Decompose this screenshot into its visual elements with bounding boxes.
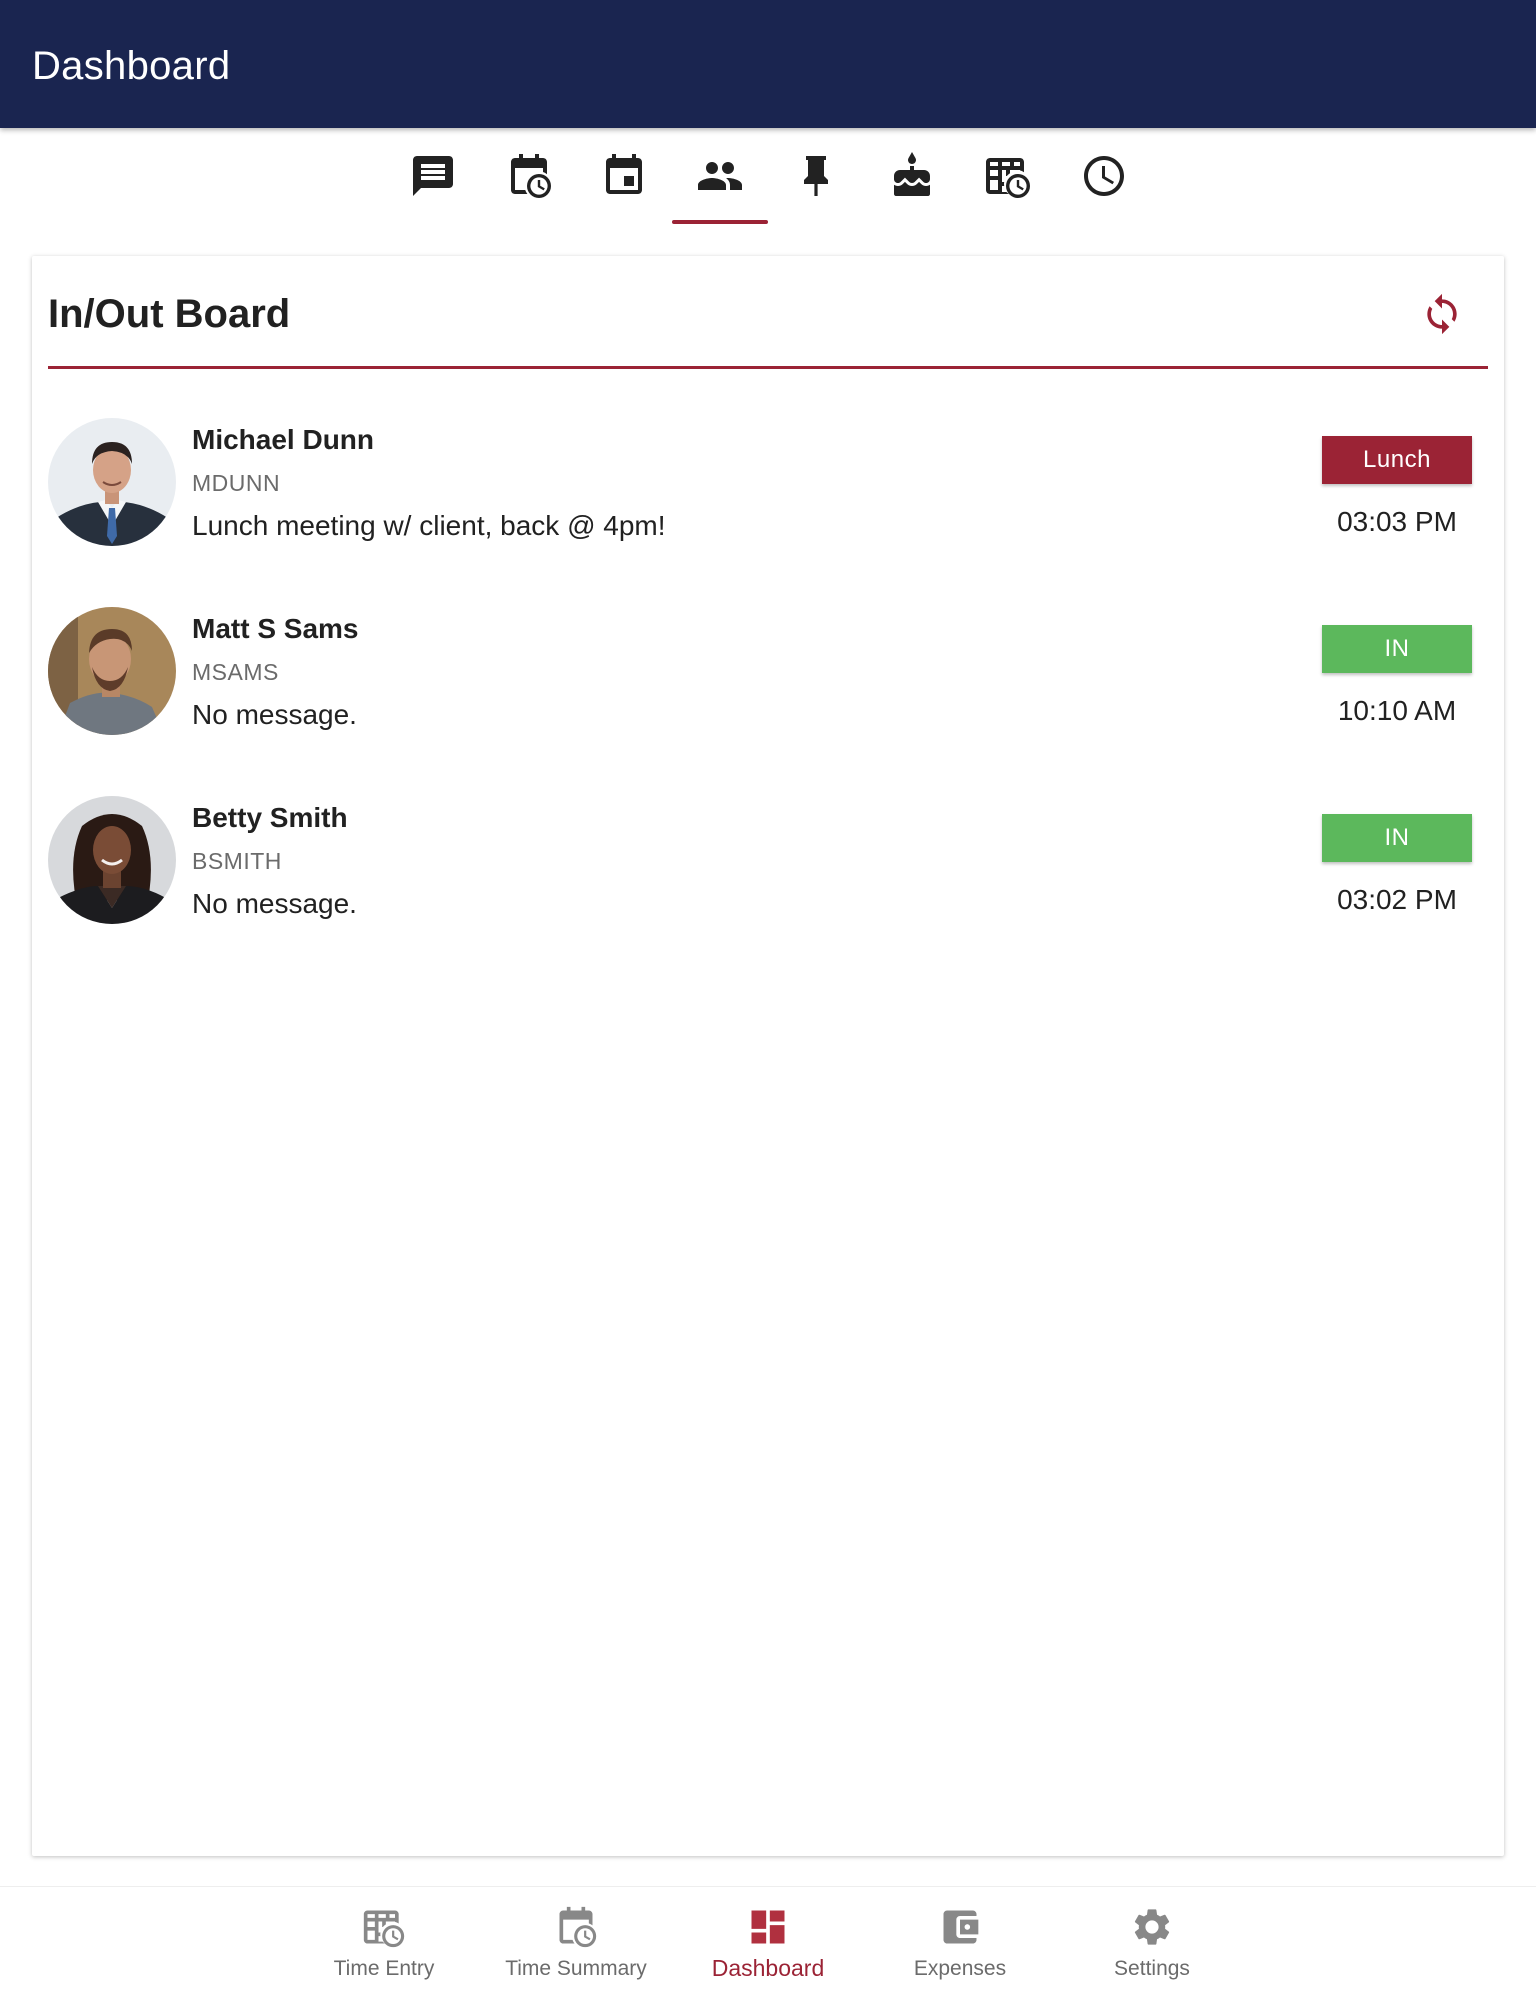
- status-badge: Lunch: [1322, 436, 1472, 484]
- person-username: MSAMS: [192, 659, 279, 685]
- dashboard-tabs: [0, 128, 1536, 228]
- cake-icon: [894, 152, 930, 196]
- avatar: [48, 418, 176, 546]
- nav-time-summary[interactable]: Time Summary: [481, 1887, 671, 2000]
- dashboard-icon: [751, 1910, 785, 1944]
- calendar-clock-icon: [511, 154, 551, 198]
- person-message: Lunch meeting w/ client, back @ 4pm!: [192, 510, 666, 541]
- wallet-icon: [943, 1910, 979, 1944]
- gear-icon: [1134, 1909, 1170, 1945]
- nav-expenses[interactable]: Expenses: [865, 1887, 1055, 2000]
- status-badge: IN: [1322, 814, 1472, 862]
- tab-messages[interactable]: [385, 128, 481, 224]
- person-username: BSMITH: [192, 848, 282, 874]
- tab-calendar[interactable]: [576, 128, 672, 224]
- nav-label: Expenses: [913, 1957, 1007, 1980]
- status-time: 10:10 AM: [1337, 695, 1457, 726]
- calendar-clock-icon: [559, 1906, 597, 1948]
- nav-label: Time Summary: [505, 1957, 647, 1980]
- person-row[interactable]: Betty Smith BSMITH No message. IN 03:02 …: [48, 796, 1488, 926]
- person-name: Betty Smith: [192, 802, 348, 833]
- tab-timesheet[interactable]: [960, 128, 1056, 224]
- tab-clock[interactable]: [1056, 128, 1152, 224]
- nav-dashboard[interactable]: Dashboard: [673, 1887, 863, 2000]
- person-name: Matt S Sams: [192, 613, 359, 644]
- tab-birthdays[interactable]: [864, 128, 960, 224]
- in-out-board-card: In/Out Board Michael Dunn MDUNN Lunch me…: [32, 256, 1504, 1856]
- calendar-event-icon: [606, 154, 642, 194]
- avatar: [48, 796, 176, 924]
- people-icon: [698, 162, 742, 190]
- tab-time-summary[interactable]: [481, 128, 577, 224]
- person-message: No message.: [192, 699, 357, 730]
- nav-label: Time Entry: [333, 1957, 435, 1980]
- app-bar: Dashboard: [0, 0, 1536, 128]
- tab-in-out-board[interactable]: [672, 128, 768, 224]
- tab-pinned[interactable]: [768, 128, 864, 224]
- timesheet-icon: [363, 1910, 405, 1948]
- refresh-icon: [1427, 293, 1457, 335]
- refresh-button[interactable]: [1414, 286, 1470, 342]
- person-row[interactable]: Michael Dunn MDUNN Lunch meeting w/ clie…: [48, 418, 1488, 548]
- message-icon: [413, 156, 453, 196]
- bottom-navigation: Time Entry Time Summary Dashboard Expens…: [0, 1886, 1536, 2000]
- card-title: In/Out Board: [48, 292, 291, 336]
- nav-settings[interactable]: Settings: [1057, 1887, 1247, 2000]
- nav-label: Settings: [1114, 1957, 1190, 1980]
- status-time: 03:02 PM: [1337, 884, 1457, 915]
- pin-icon: [804, 156, 828, 196]
- person-row[interactable]: Matt S Sams MSAMS No message. IN 10:10 A…: [48, 607, 1488, 737]
- avatar: [48, 607, 176, 735]
- person-username: MDUNN: [192, 470, 281, 496]
- nav-time-entry[interactable]: Time Entry: [289, 1887, 479, 2000]
- page-title: Dashboard: [32, 44, 231, 88]
- title-divider: [48, 366, 1488, 369]
- clock-icon: [1084, 156, 1124, 196]
- nav-label: Dashboard: [711, 1955, 825, 1981]
- person-message: No message.: [192, 888, 357, 919]
- status-badge: IN: [1322, 625, 1472, 673]
- person-name: Michael Dunn: [192, 424, 375, 455]
- timesheet-icon: [986, 158, 1030, 198]
- status-time: 03:03 PM: [1337, 506, 1457, 537]
